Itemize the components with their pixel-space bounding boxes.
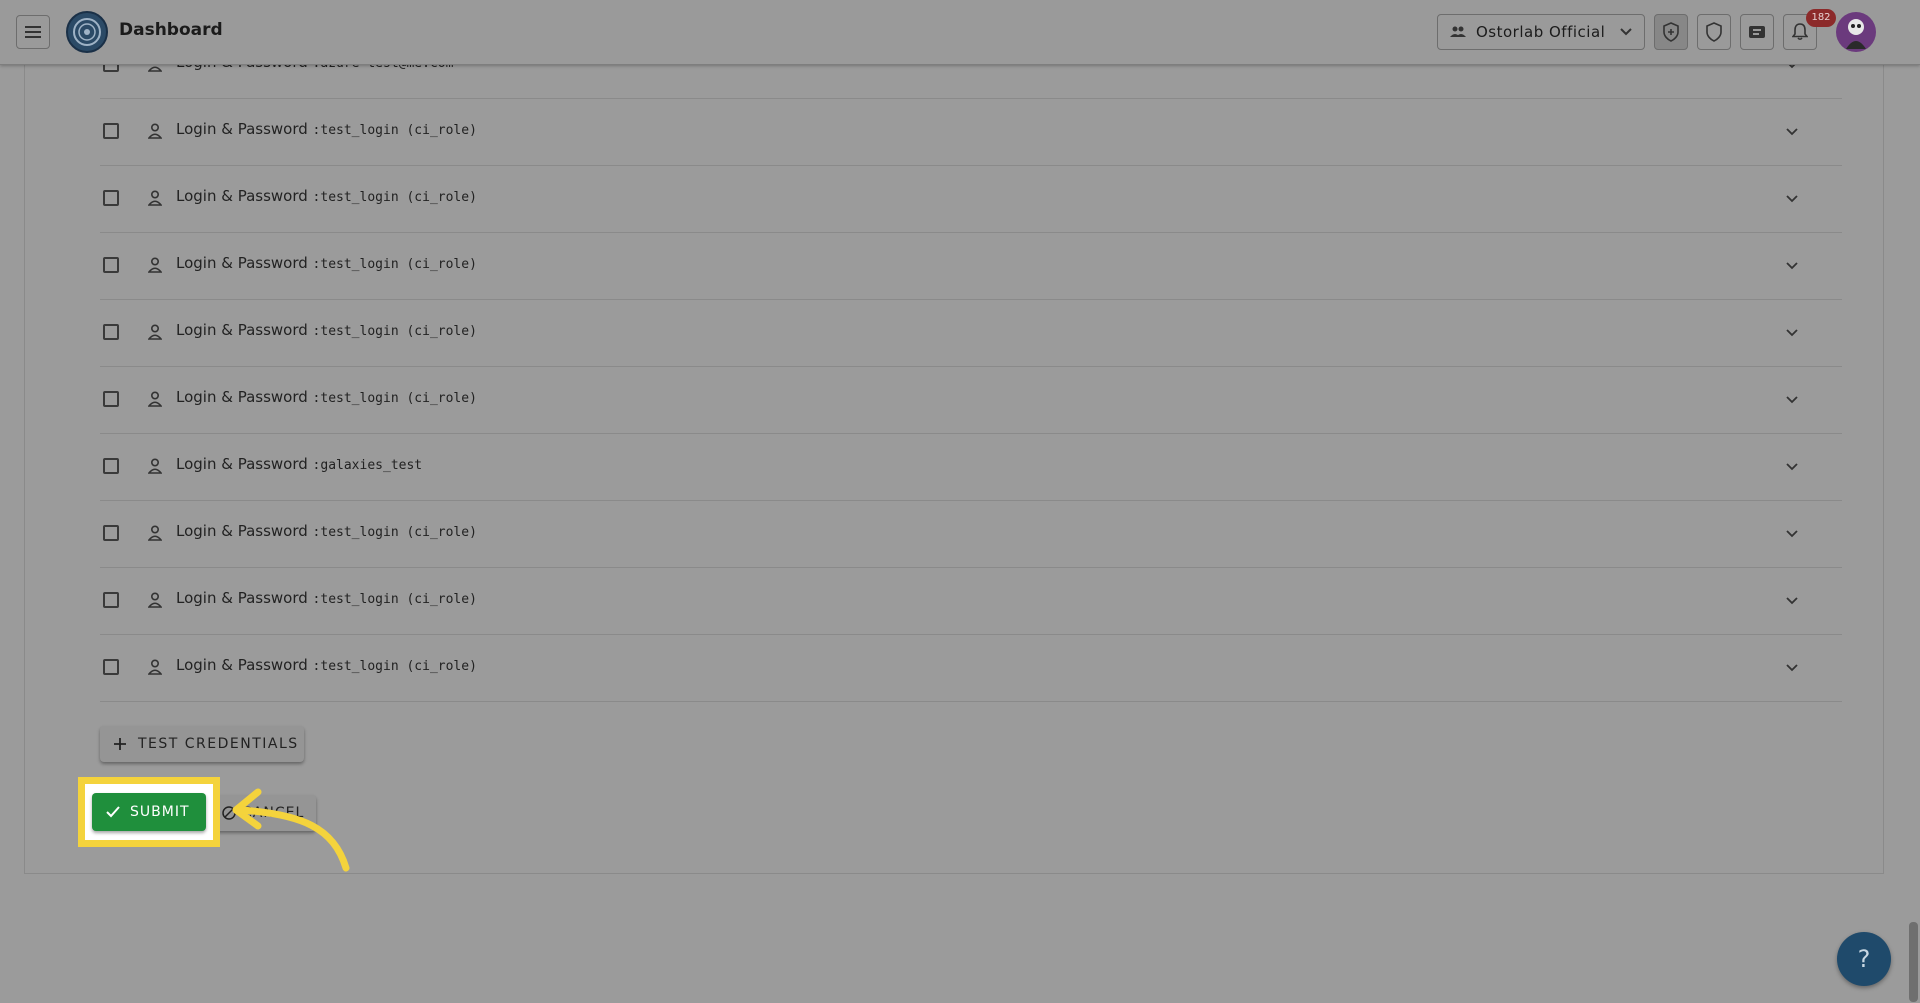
- credential-value: :test_login (ci_role): [312, 391, 477, 406]
- avatar-icon: [1846, 19, 1866, 49]
- shield-icon: [1706, 22, 1722, 42]
- credential-value: :galaxies_test: [312, 458, 423, 473]
- credential-row[interactable]: Login & Password :test_login (ci_role): [100, 635, 1842, 702]
- user-icon: [148, 324, 162, 340]
- credential-row[interactable]: Login & Password :test_login (ci_role): [100, 367, 1842, 434]
- chevron-down-icon: [1620, 28, 1632, 36]
- chevron-down-icon[interactable]: [1784, 190, 1800, 206]
- chevron-down-icon[interactable]: [1784, 659, 1800, 675]
- credential-checkbox[interactable]: [103, 324, 119, 340]
- shield-plus-icon: [1663, 22, 1679, 42]
- pointer-arrow-icon: [232, 788, 350, 872]
- credential-value: :test_login (ci_role): [312, 659, 477, 674]
- credential-label: Login & Password :test_login (ci_role): [176, 254, 477, 272]
- shield-button[interactable]: [1697, 14, 1731, 50]
- chevron-down-icon[interactable]: [1784, 525, 1800, 541]
- plus-icon: [114, 738, 126, 750]
- credential-value: :test_login (ci_role): [312, 592, 477, 607]
- chevron-down-icon[interactable]: [1784, 391, 1800, 407]
- user-icon: [148, 190, 162, 206]
- credential-type: Login & Password: [176, 321, 308, 339]
- user-icon: [148, 525, 162, 541]
- notification-count-badge: 182: [1806, 9, 1836, 27]
- credential-label: Login & Password :test_login (ci_role): [176, 589, 477, 607]
- credential-checkbox[interactable]: [103, 391, 119, 407]
- credential-value: :test_login (ci_role): [312, 123, 477, 138]
- credential-row[interactable]: Login & Password :test_login (ci_role): [100, 166, 1842, 233]
- ostorlab-logo[interactable]: [66, 11, 108, 53]
- credential-type: Login & Password: [176, 589, 308, 607]
- chevron-down-icon[interactable]: [1784, 324, 1800, 340]
- organization-name: Ostorlab Official: [1476, 23, 1606, 41]
- credential-type: Login & Password: [176, 455, 308, 473]
- credential-type: Login & Password: [176, 522, 308, 540]
- credential-type: Login & Password: [176, 254, 308, 272]
- security-scan-button[interactable]: [1654, 14, 1688, 50]
- credential-type: Login & Password: [176, 656, 308, 674]
- credential-row[interactable]: Login & Password :test_login (ci_role): [100, 568, 1842, 635]
- test-credentials-button[interactable]: TEST CREDENTIALS: [100, 726, 304, 762]
- credential-type: Login & Password: [176, 187, 308, 205]
- credential-type: Login & Password: [176, 120, 308, 138]
- credential-checkbox[interactable]: [103, 190, 119, 206]
- chevron-down-icon[interactable]: [1784, 257, 1800, 273]
- credential-row[interactable]: Login & Password :test_login (ci_role): [100, 501, 1842, 568]
- credential-label: Login & Password :test_login (ci_role): [176, 187, 477, 205]
- credential-checkbox[interactable]: [103, 257, 119, 273]
- credential-checkbox[interactable]: [103, 592, 119, 608]
- chevron-down-icon[interactable]: [1784, 123, 1800, 139]
- user-icon: [148, 592, 162, 608]
- top-app-bar: Dashboard Ostorlab Official 182: [0, 0, 1920, 65]
- credential-row[interactable]: Login & Password :test_login (ci_role): [100, 99, 1842, 166]
- help-button[interactable]: ?: [1837, 932, 1891, 986]
- page-scrollbar[interactable]: [1909, 922, 1918, 1002]
- credential-row[interactable]: Login & Password :galaxies_test: [100, 434, 1842, 501]
- tickets-button[interactable]: [1740, 14, 1774, 50]
- credential-checkbox[interactable]: [103, 525, 119, 541]
- chevron-down-icon[interactable]: [1784, 458, 1800, 474]
- credential-checkbox[interactable]: [103, 123, 119, 139]
- hamburger-icon: [25, 26, 41, 38]
- test-credentials-label: TEST CREDENTIALS: [138, 736, 299, 752]
- bell-icon: [1792, 23, 1808, 41]
- credential-label: Login & Password :test_login (ci_role): [176, 656, 477, 674]
- credential-value: :test_login (ci_role): [312, 525, 477, 540]
- credential-label: Login & Password :test_login (ci_role): [176, 388, 477, 406]
- user-icon: [148, 391, 162, 407]
- credential-checkbox[interactable]: [103, 659, 119, 675]
- menu-toggle-button[interactable]: [16, 15, 50, 49]
- logo-emblem-icon: [73, 18, 101, 46]
- user-avatar[interactable]: [1836, 12, 1876, 52]
- credential-label: Login & Password :test_login (ci_role): [176, 522, 477, 540]
- credential-value: :test_login (ci_role): [312, 190, 477, 205]
- check-icon: [106, 806, 120, 818]
- user-icon: [148, 659, 162, 675]
- user-icon: [148, 458, 162, 474]
- group-icon: [1450, 26, 1466, 37]
- submit-button[interactable]: SUBMIT: [92, 793, 206, 831]
- credential-row[interactable]: Login & Password :test_login (ci_role): [100, 300, 1842, 367]
- credential-value: :test_login (ci_role): [312, 257, 477, 272]
- submit-label: SUBMIT: [130, 804, 190, 820]
- credential-label: Login & Password :test_login (ci_role): [176, 120, 477, 138]
- credential-checkbox[interactable]: [103, 458, 119, 474]
- chevron-down-icon[interactable]: [1784, 592, 1800, 608]
- page-title: Dashboard: [119, 20, 223, 40]
- user-icon: [148, 123, 162, 139]
- credential-type: Login & Password: [176, 388, 308, 406]
- credential-label: Login & Password :galaxies_test: [176, 455, 422, 473]
- user-icon: [148, 257, 162, 273]
- credential-label: Login & Password :test_login (ci_role): [176, 321, 477, 339]
- credential-row[interactable]: Login & Password :test_login (ci_role): [100, 233, 1842, 300]
- ticket-icon: [1749, 26, 1765, 38]
- credential-value: :test_login (ci_role): [312, 324, 477, 339]
- organization-select[interactable]: Ostorlab Official: [1437, 14, 1645, 50]
